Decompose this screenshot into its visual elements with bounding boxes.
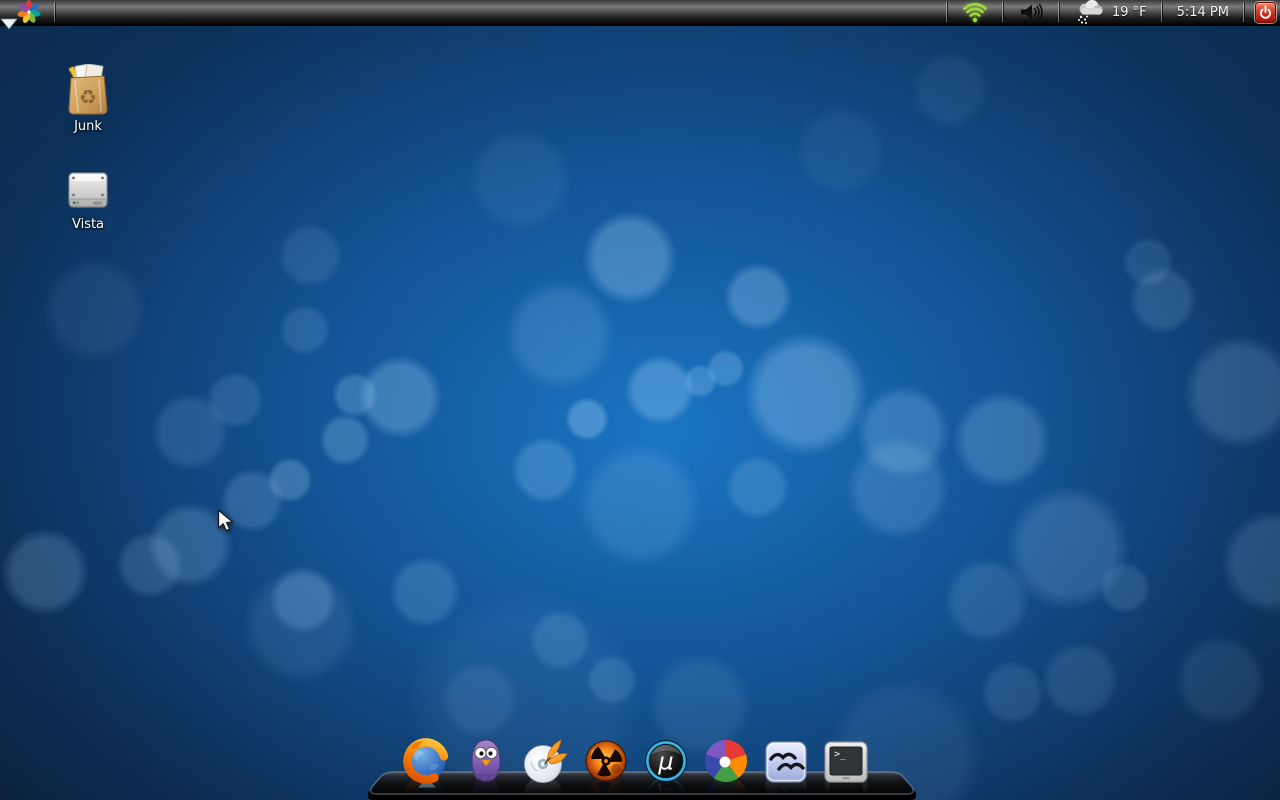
bokeh-circle <box>1122 236 1174 288</box>
panel-separator <box>1001 2 1004 22</box>
dock-item-terminal[interactable]: >_ <box>823 732 869 784</box>
bokeh-circle <box>241 566 359 684</box>
bokeh-circle <box>468 128 572 232</box>
panel-hide-arrow-icon[interactable] <box>0 15 18 34</box>
utorrent-mu-glyph: µ <box>657 748 673 776</box>
bokeh-circle <box>528 608 592 672</box>
dock-items: µ >_ <box>403 732 869 784</box>
bokeh-circle <box>979 659 1045 725</box>
desktop-icon-label: Junk <box>74 119 102 134</box>
dock: µ >_ <box>360 726 924 800</box>
power-icon <box>1259 4 1272 19</box>
cd-butterfly-icon <box>524 739 568 783</box>
app-menu-button[interactable] <box>16 0 42 24</box>
wifi-tray-item[interactable] <box>950 0 1000 24</box>
bokeh-circle <box>319 414 371 466</box>
dock-item-radiation[interactable] <box>583 732 629 784</box>
bokeh-circle <box>505 280 615 390</box>
bokeh-circle <box>277 222 343 288</box>
openoffice-gulls-icon <box>765 741 807 783</box>
svg-text:♻: ♻ <box>79 85 97 109</box>
bokeh-circle <box>116 531 184 599</box>
vignette-overlay <box>0 0 1280 800</box>
bokeh-circle <box>1129 266 1197 334</box>
mouse-cursor <box>217 509 235 538</box>
bokeh-circle <box>724 263 792 331</box>
bokeh-circle <box>358 355 442 439</box>
bokeh-circle <box>206 371 264 429</box>
temperature-label: 19 °F <box>1111 4 1147 20</box>
clock-tray-item[interactable]: 5:14 PM <box>1165 0 1241 24</box>
dock-item-picasa[interactable] <box>703 732 749 784</box>
power-button[interactable] <box>1255 1 1276 23</box>
bokeh-circle <box>1005 485 1131 611</box>
bokeh-circle <box>1099 562 1151 614</box>
bokeh-circle <box>1041 641 1119 719</box>
trash-bag-icon: ♻ <box>46 64 130 116</box>
bokeh-circle <box>43 258 147 362</box>
dock-item-firefox[interactable] <box>403 732 449 784</box>
bokeh-circle <box>279 304 331 356</box>
bokeh-circle <box>583 211 677 305</box>
snow-cloud-icon <box>1077 0 1103 24</box>
desktop[interactable]: ♻ Junk Vista <box>0 0 1280 800</box>
panel-separator <box>1160 2 1163 22</box>
bokeh-circle <box>511 436 579 504</box>
terminal-prompt-glyph: >_ <box>834 749 847 760</box>
desktop-icon-label: Vista <box>71 217 105 232</box>
bokeh-circle <box>944 557 1030 643</box>
bokeh-circle <box>1182 334 1280 450</box>
utorrent-icon: µ <box>645 740 687 782</box>
system-tray: 19 °F 5:14 PM <box>944 0 1280 24</box>
bokeh-circle <box>743 331 869 457</box>
top-panel: 19 °F 5:14 PM <box>0 0 1280 26</box>
bokeh-circle <box>586 654 638 706</box>
clock-label: 5:14 PM <box>1176 4 1229 20</box>
speaker-volume-icon <box>1020 3 1043 21</box>
pidgin-bird-icon <box>471 739 501 782</box>
picasa-pinwheel-icon <box>704 740 748 782</box>
bokeh-circle <box>794 104 886 196</box>
dock-item-pidgin[interactable] <box>463 732 509 784</box>
volume-tray-item[interactable] <box>1006 0 1056 24</box>
bokeh-circle <box>564 396 610 442</box>
dock-item-utorrent[interactable]: µ <box>643 732 689 784</box>
bokeh-circle <box>331 371 379 419</box>
desktop-icon-junk[interactable]: ♻ Junk <box>46 64 130 134</box>
bokeh-circle <box>219 467 285 533</box>
pinwheel-menu-icon <box>17 0 41 23</box>
bokeh-circle <box>147 502 233 588</box>
desktop-icon-vista[interactable]: Vista <box>46 166 130 232</box>
panel-separator <box>54 2 56 22</box>
wifi-signal-icon <box>963 2 987 22</box>
panel-separator <box>945 2 948 22</box>
bokeh-circle <box>705 348 745 388</box>
panel-separator <box>1057 2 1060 22</box>
bokeh-circle <box>1174 634 1266 726</box>
bokeh-circle <box>151 393 229 471</box>
firefox-icon <box>403 738 449 784</box>
bokeh-circle <box>952 390 1052 490</box>
bokeh-circle <box>724 454 790 520</box>
dock-item-cd-butterfly[interactable] <box>523 732 569 784</box>
bokeh-circle <box>683 364 717 398</box>
bokeh-circle <box>1221 510 1280 614</box>
bokeh-circle <box>911 51 989 129</box>
bokeh-circle <box>624 354 696 426</box>
radiation-icon <box>585 740 627 782</box>
dock-item-openoffice[interactable] <box>763 732 809 784</box>
bokeh-circle <box>577 442 703 568</box>
panel-separator <box>1243 2 1245 22</box>
bokeh-circle <box>0 527 90 617</box>
weather-tray-item[interactable]: 19 °F <box>1062 0 1159 24</box>
bokeh-circle <box>856 385 950 479</box>
hard-drive-icon <box>46 166 130 214</box>
terminal-icon: >_ <box>824 741 868 783</box>
bokeh-circle <box>388 555 462 629</box>
bokeh-circle <box>846 436 950 540</box>
bokeh-circle <box>266 456 314 504</box>
bokeh-circle <box>269 566 337 634</box>
